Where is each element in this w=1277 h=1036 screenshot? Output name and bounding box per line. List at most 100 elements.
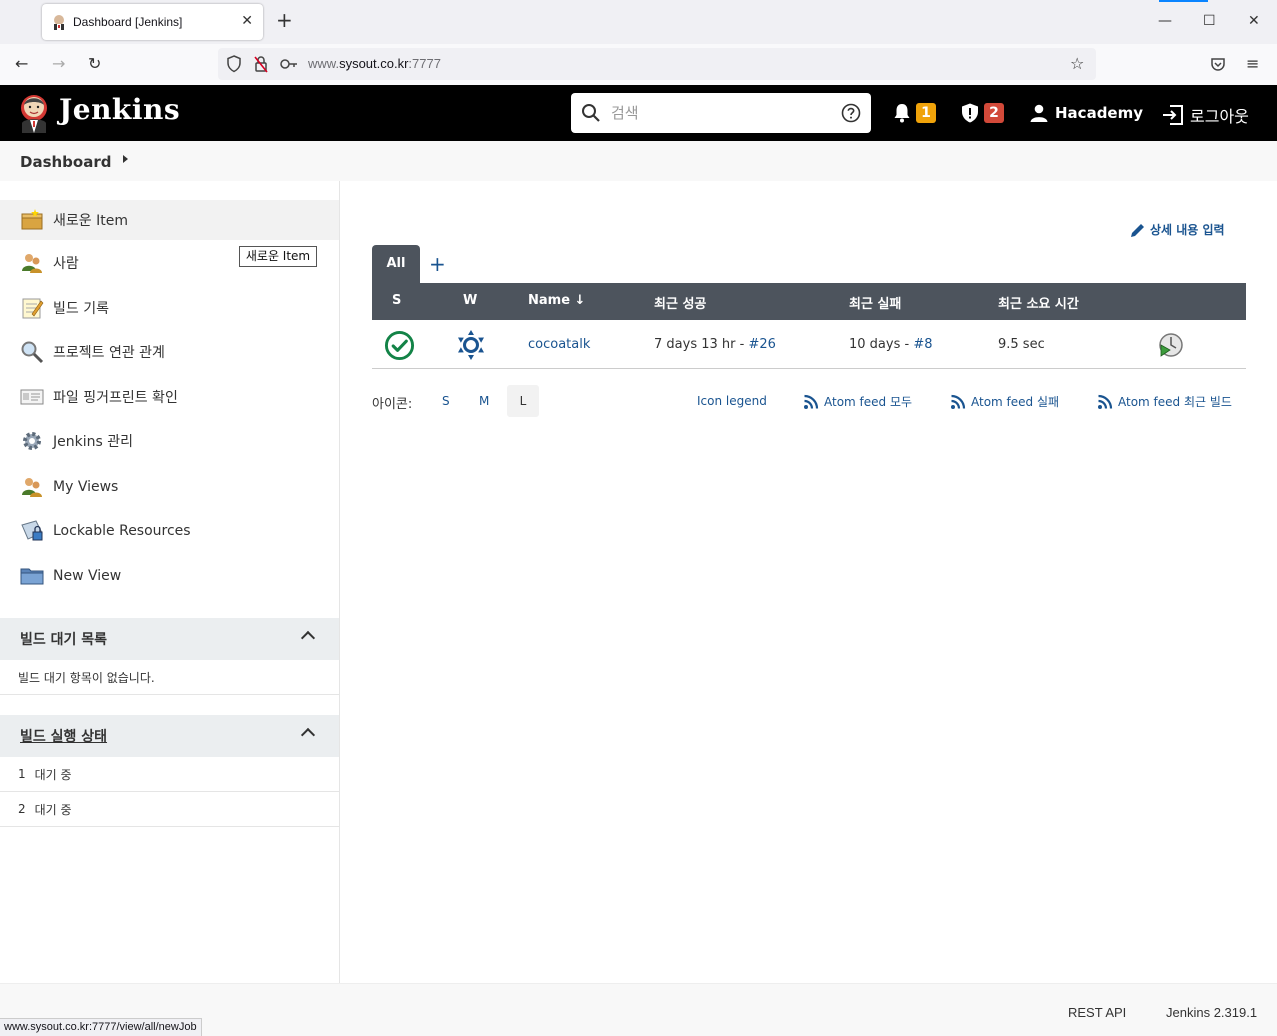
last-failure-build-link[interactable]: #8	[913, 337, 932, 352]
search-input[interactable]	[611, 102, 831, 124]
notifications-badge: 1	[916, 103, 936, 123]
url-bar[interactable]: www.sysout.co.kr:7777 ☆	[218, 48, 1096, 80]
column-last-success[interactable]: 최근 성공	[654, 293, 706, 312]
chevron-up-icon[interactable]	[300, 727, 316, 743]
task-label: My Views	[53, 479, 119, 495]
browser-tab[interactable]: Dashboard [Jenkins] ✕	[42, 4, 263, 40]
breadcrumb-menu-icon[interactable]	[123, 155, 128, 163]
forward-icon[interactable]: →	[52, 54, 65, 74]
build-queue-header[interactable]: 빌드 대기 목록	[0, 618, 339, 660]
url-port: :7777	[408, 56, 441, 71]
column-last-duration[interactable]: 최근 소요 시간	[998, 293, 1079, 312]
icon-size-large[interactable]: L	[507, 385, 539, 417]
new-tab-icon[interactable]: +	[276, 10, 293, 30]
search-box	[571, 93, 871, 133]
weather-sunny-icon[interactable]	[455, 329, 487, 361]
people-icon	[22, 254, 42, 273]
gear-icon	[23, 432, 41, 450]
atom-feed-all-link[interactable]: Atom feed 모두	[803, 393, 912, 410]
jenkins-logo-icon[interactable]	[18, 93, 50, 133]
atom-feed-all-label: Atom feed 모두	[824, 395, 913, 409]
security-button[interactable]: 2	[961, 103, 1004, 123]
task-project-relationship[interactable]: 프로젝트 연관 관계	[0, 332, 339, 372]
atom-feed-latest-label: Atom feed 최근 빌드	[1118, 395, 1232, 409]
browser-tab-title: Dashboard [Jenkins]	[73, 15, 183, 29]
rss-icon	[804, 394, 819, 409]
task-manage-jenkins[interactable]: Jenkins 관리	[0, 421, 339, 461]
breadcrumb: Dashboard	[0, 141, 1277, 181]
task-lockable-resources[interactable]: Lockable Resources	[0, 511, 339, 551]
edit-description-link[interactable]: 상세 내용 입력	[1130, 221, 1225, 238]
user-link[interactable]: Hacademy	[1030, 104, 1143, 122]
atom-feed-latest-link[interactable]: Atom feed 최근 빌드	[1097, 393, 1232, 410]
last-success-cell: 7 days 13 hr - #26	[654, 337, 776, 352]
icon-legend-link[interactable]: Icon legend	[697, 394, 767, 408]
user-icon	[1030, 104, 1048, 122]
icon-legend-bar: 아이콘: S M L Icon legend Atom feed 모두 Atom…	[372, 385, 1246, 417]
add-view-button[interactable]: +	[429, 252, 446, 276]
shield-icon[interactable]	[226, 55, 242, 73]
executor-number: 2	[18, 802, 26, 816]
executors-title[interactable]: 빌드 실행 상태	[20, 726, 107, 746]
bookmark-star-icon[interactable]: ☆	[1070, 54, 1084, 74]
schedule-build-icon[interactable]	[1158, 332, 1184, 358]
jenkins-favicon-icon	[54, 15, 64, 30]
rest-api-link[interactable]: REST API	[1068, 1005, 1126, 1020]
logout-button[interactable]: 로그아웃	[1162, 103, 1249, 127]
job-link-cocoatalk[interactable]: cocoatalk	[528, 337, 590, 352]
column-status[interactable]: S	[392, 293, 401, 308]
task-label: Lockable Resources	[53, 523, 191, 539]
browser-nav-bar: ← → ↻ www.sysout.co.kr:7777 ☆ ≡	[0, 44, 1277, 85]
edit-description-label: 상세 내용 입력	[1150, 223, 1225, 237]
close-window-icon[interactable]: ✕	[1248, 12, 1260, 30]
task-new-item[interactable]: 새로운 Item	[0, 200, 339, 240]
rss-icon	[1098, 394, 1113, 409]
folder-icon	[20, 568, 44, 585]
icon-size-label: 아이콘:	[372, 397, 413, 412]
last-success-build-link[interactable]: #26	[748, 337, 775, 352]
executor-row: 2 대기 중	[0, 792, 339, 827]
executors-header[interactable]: 빌드 실행 상태	[0, 715, 339, 757]
task-label: 사람	[53, 256, 79, 272]
back-icon[interactable]: ←	[15, 54, 28, 74]
lockable-resources-icon	[21, 520, 43, 541]
menu-icon[interactable]: ≡	[1246, 54, 1259, 74]
build-queue-title: 빌드 대기 목록	[20, 632, 108, 648]
notifications-button[interactable]: 1	[893, 103, 936, 123]
jobs-table-header: S W Name ↓ 최근 성공 최근 실패 최근 소요 시간	[372, 283, 1246, 320]
icon-size-medium[interactable]: M	[479, 394, 489, 408]
minimize-icon[interactable]: —	[1158, 12, 1172, 30]
help-icon[interactable]	[841, 103, 861, 123]
bell-icon	[894, 104, 910, 123]
insecure-lock-icon[interactable]	[253, 55, 269, 73]
task-fingerprint[interactable]: 파일 핑거프린트 확인	[0, 377, 339, 417]
last-duration-cell: 9.5 sec	[998, 337, 1045, 352]
tab-all[interactable]: All	[372, 245, 420, 283]
key-icon[interactable]	[280, 58, 298, 70]
maximize-icon[interactable]: ☐	[1203, 12, 1216, 30]
task-new-view[interactable]: New View	[0, 556, 339, 596]
rss-icon	[951, 394, 966, 409]
url-text[interactable]: www.sysout.co.kr:7777	[308, 56, 441, 71]
icon-size-small[interactable]: S	[442, 394, 450, 408]
jenkins-version-link[interactable]: Jenkins 2.319.1	[1166, 1005, 1257, 1020]
close-tab-icon[interactable]: ✕	[241, 13, 253, 29]
column-name[interactable]: Name ↓	[528, 293, 585, 308]
jenkins-brand[interactable]: Jenkins	[59, 93, 180, 126]
breadcrumb-dashboard[interactable]: Dashboard	[20, 153, 111, 171]
column-last-failure[interactable]: 최근 실패	[849, 293, 901, 312]
build-queue-empty-text: 빌드 대기 항목이 없습니다.	[18, 670, 155, 685]
reload-icon[interactable]: ↻	[88, 54, 101, 74]
new-item-icon	[21, 209, 43, 230]
chevron-up-icon[interactable]	[300, 630, 316, 646]
magnifier-icon	[21, 341, 44, 364]
security-badge: 2	[984, 103, 1004, 123]
pocket-icon[interactable]	[1210, 56, 1226, 72]
atom-feed-failed-link[interactable]: Atom feed 실패	[950, 393, 1059, 410]
task-label: 빌드 기록	[53, 301, 109, 317]
task-label: 파일 핑거프린트 확인	[53, 390, 178, 406]
success-status-icon[interactable]	[384, 330, 415, 361]
task-my-views[interactable]: My Views	[0, 467, 339, 507]
column-weather[interactable]: W	[463, 293, 477, 308]
task-build-history[interactable]: 빌드 기록	[0, 288, 339, 328]
